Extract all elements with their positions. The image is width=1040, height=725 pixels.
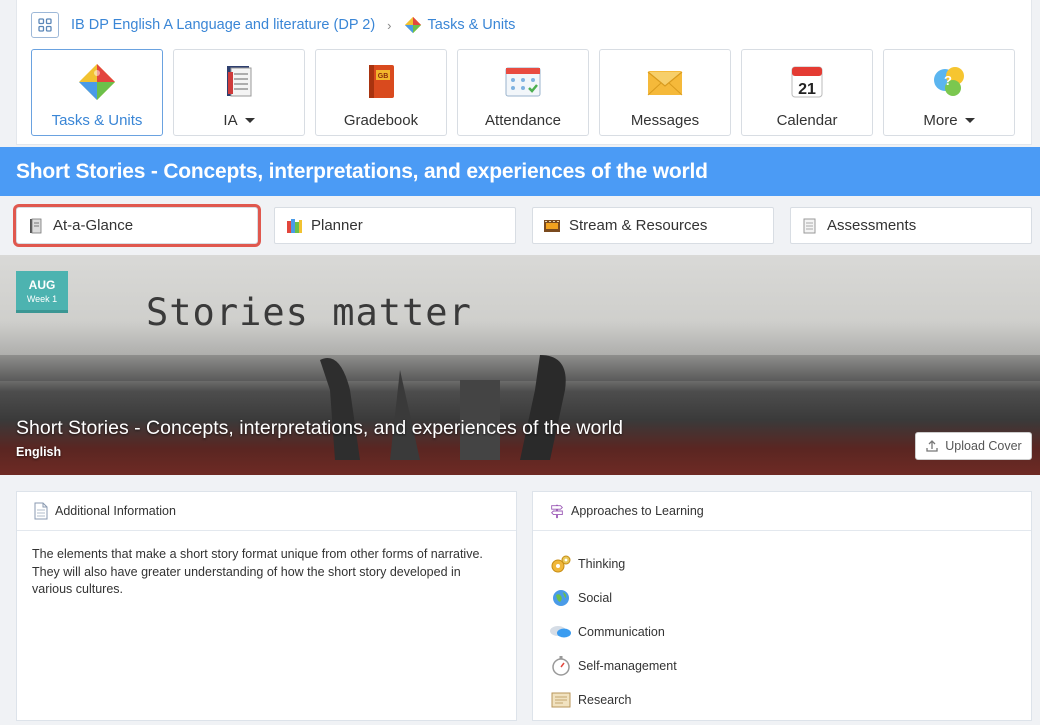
tile-gradebook[interactable]: GB Gradebook: [315, 49, 447, 136]
breadcrumb-course-link[interactable]: IB DP English A Language and literature …: [71, 17, 375, 33]
speech-bubbles-icon: [550, 626, 571, 638]
tile-label: Tasks & Units: [51, 112, 143, 129]
breadcrumb-separator: ›: [387, 17, 392, 33]
atl-item-research: Research: [549, 683, 1031, 717]
tab-at-a-glance[interactable]: At-a-Glance: [16, 207, 258, 244]
svg-text:?: ?: [944, 73, 952, 88]
approaches-to-learning-panel: Approaches to Learning Thinking Social C…: [532, 491, 1032, 721]
tile-label: Messages: [630, 112, 700, 129]
atl-item-thinking: Thinking: [549, 547, 1031, 581]
books-icon: [287, 218, 302, 233]
panel-header: Additional Information: [17, 492, 516, 531]
calendar-icon: 21: [791, 66, 823, 98]
tab-assessments[interactable]: Assessments: [790, 207, 1032, 244]
date-badge-month: AUG: [28, 278, 56, 292]
gears-icon: [551, 555, 571, 573]
breadcrumb-current[interactable]: Tasks & Units: [428, 17, 516, 33]
additional-information-text: The elements that make a short story for…: [32, 547, 483, 596]
tile-tasks-units[interactable]: Tasks & Units: [31, 49, 163, 136]
papers-icon: [803, 218, 816, 233]
globe-icon: [553, 590, 569, 606]
date-badge-week: Week 1: [26, 294, 58, 304]
upload-icon: [926, 440, 938, 452]
atl-item-self-management: Self-management: [549, 649, 1031, 683]
top-nav-bar: IB DP English A Language and literature …: [16, 0, 1032, 145]
signpost-icon: [551, 504, 563, 519]
tab-label: Planner: [311, 217, 363, 234]
attendance-icon: [505, 67, 541, 97]
film-icon: [544, 219, 560, 232]
breadcrumb: IB DP English A Language and literature …: [31, 12, 515, 38]
unit-sub-tabs: At-a-Glance Planner Stream & Resources A…: [16, 207, 1032, 244]
puzzle-icon: [404, 16, 421, 34]
unit-title-bar: Short Stories - Concepts, interpretation…: [0, 147, 1040, 196]
tab-stream-resources[interactable]: Stream & Resources: [532, 207, 774, 244]
notebook-icon: [227, 66, 252, 97]
tile-more[interactable]: ? More: [883, 49, 1015, 136]
cover-subject: English: [16, 445, 62, 459]
tile-label: Calendar: [776, 112, 838, 129]
cover-image-text: Stories matter: [146, 291, 472, 334]
envelope-icon: [647, 71, 683, 96]
gradebook-badge: GB: [378, 73, 389, 80]
grid-icon: [38, 18, 52, 32]
chevron-down-icon: [244, 117, 255, 123]
tile-label: Attendance: [485, 112, 561, 129]
chevron-down-icon: [964, 117, 975, 123]
calendar-day: 21: [798, 81, 816, 98]
puzzle-icon: [79, 64, 115, 100]
additional-information-panel: Additional Information The elements that…: [16, 491, 517, 721]
date-badge: AUG Week 1: [16, 271, 68, 313]
atl-list: Thinking Social Communication Self-manag…: [533, 531, 1031, 717]
upload-cover-button[interactable]: Upload Cover: [915, 432, 1032, 460]
typewriter-keys: [320, 355, 566, 460]
lightbulb-icon: ?: [934, 67, 964, 96]
stopwatch-icon: [552, 656, 570, 676]
tab-label: At-a-Glance: [53, 217, 134, 234]
panel-title: Additional Information: [55, 504, 176, 518]
tile-label: IA: [223, 112, 255, 129]
tile-label: Gradebook: [343, 112, 419, 129]
tab-label: Stream & Resources: [569, 217, 708, 234]
book-icon: [30, 218, 42, 233]
atl-item-communication: Communication: [549, 615, 1031, 649]
atl-item-social: Social: [549, 581, 1031, 615]
tab-planner[interactable]: Planner: [274, 207, 516, 244]
tile-ia[interactable]: IA: [173, 49, 305, 136]
scroll-icon: [551, 692, 571, 708]
cover-title: Short Stories - Concepts, interpretation…: [16, 417, 623, 439]
tile-calendar[interactable]: 21 Calendar: [741, 49, 873, 136]
gradebook-icon: GB: [369, 65, 394, 98]
unit-cover: Stories matter AUG Week 1 Short Stories …: [0, 255, 1040, 475]
document-icon: [34, 502, 48, 520]
nav-tiles: Tasks & Units IA GB Gradebook Attendance…: [31, 49, 1015, 136]
tile-attendance[interactable]: Attendance: [457, 49, 589, 136]
tile-label: More: [923, 112, 975, 129]
upload-cover-label: Upload Cover: [945, 439, 1022, 453]
panel-header: Approaches to Learning: [533, 492, 1031, 531]
panel-title: Approaches to Learning: [571, 504, 704, 518]
tile-messages[interactable]: Messages: [599, 49, 731, 136]
apps-grid-button[interactable]: [31, 12, 59, 38]
tab-label: Assessments: [827, 217, 917, 234]
